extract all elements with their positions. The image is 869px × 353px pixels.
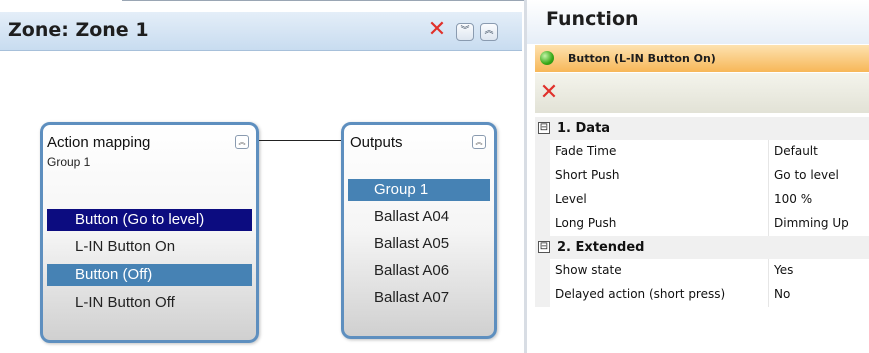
close-icon[interactable]: ✕: [426, 19, 448, 41]
list-item[interactable]: Group 1: [348, 179, 490, 201]
outputs-title: Outputs: [350, 134, 403, 151]
property-name: Fade Time: [555, 144, 617, 158]
zone-panel: Zone: Zone 1 ✕ ︾ ︽ Action mapping Group …: [0, 0, 524, 353]
collapse-toggle-icon[interactable]: ⊟: [538, 241, 550, 253]
property-value[interactable]: Dimming Up: [774, 216, 849, 230]
list-item[interactable]: Ballast A04: [348, 206, 490, 228]
action-item-label: Button (Off): [75, 266, 153, 283]
property-name: Short Push: [555, 168, 620, 182]
property-row[interactable]: Long Push Dimming Up: [535, 212, 869, 236]
property-name: Long Push: [555, 216, 617, 230]
list-item[interactable]: Button (Off): [47, 264, 252, 286]
output-item-label: Group 1: [374, 181, 429, 198]
delete-icon[interactable]: ✕: [537, 81, 561, 105]
output-item-label: Ballast A06: [374, 262, 450, 279]
selected-button-label: Button (L-IN Button On): [568, 52, 716, 65]
property-category[interactable]: ⊟ 1. Data: [535, 117, 869, 140]
function-panel: Function Button (L-IN Button On) ✕ ⊟ 1. …: [527, 0, 869, 353]
function-toolbar: ✕: [535, 73, 869, 113]
collapse-node-icon[interactable]: ︽: [472, 135, 486, 149]
category-label: 1. Data: [557, 121, 611, 136]
action-mapping-title: Action mapping: [47, 134, 151, 151]
output-item-label: Ballast A05: [374, 235, 450, 252]
property-row[interactable]: Short Push Go to level: [535, 164, 869, 188]
action-item-label: L-IN Button Off: [75, 294, 175, 311]
property-value[interactable]: Yes: [774, 263, 793, 277]
action-item-label: L-IN Button On: [75, 238, 176, 255]
output-item-label: Ballast A04: [374, 208, 450, 225]
zone-top-border: [122, 0, 524, 1]
list-item[interactable]: L-IN Button On: [47, 236, 252, 258]
property-name: Level: [555, 192, 587, 206]
chevron-double-down-icon[interactable]: ︾: [456, 23, 474, 41]
outputs-node[interactable]: Outputs ︽ Group 1 Ballast A04 Ballast A0…: [341, 122, 497, 339]
list-item[interactable]: Button (Go to level): [47, 209, 252, 231]
list-item[interactable]: L-IN Button Off: [47, 292, 252, 314]
collapse-toggle-icon[interactable]: ⊟: [538, 122, 550, 134]
green-status-icon: [540, 51, 554, 65]
chevron-double-up-icon[interactable]: ︽: [480, 23, 498, 41]
property-name: Delayed action (short press): [555, 287, 726, 301]
collapse-node-icon[interactable]: ︽: [235, 135, 249, 149]
function-header: Function: [527, 0, 869, 44]
property-value[interactable]: Go to level: [774, 168, 839, 182]
list-item[interactable]: Ballast A06: [348, 260, 490, 282]
property-name: Show state: [555, 263, 622, 277]
property-value[interactable]: No: [774, 287, 790, 301]
action-item-label: Button (Go to level): [75, 211, 205, 228]
property-row[interactable]: Fade Time Default: [535, 140, 869, 164]
property-row[interactable]: Show state Yes: [535, 259, 869, 283]
zone-header: Zone: Zone 1 ✕ ︾ ︽: [0, 12, 522, 51]
property-value[interactable]: Default: [774, 144, 818, 158]
property-category[interactable]: ⊟ 2. Extended: [535, 236, 869, 259]
category-label: 2. Extended: [557, 240, 645, 255]
action-mapping-node[interactable]: Action mapping Group 1 ︽ Button (Go to l…: [40, 122, 259, 343]
list-item[interactable]: Ballast A05: [348, 233, 490, 255]
property-row[interactable]: Level 100 %: [535, 188, 869, 212]
selected-button-bar[interactable]: Button (L-IN Button On): [535, 45, 869, 72]
output-item-label: Ballast A07: [374, 289, 450, 306]
action-mapping-subtitle: Group 1: [47, 155, 91, 169]
function-title: Function: [546, 8, 639, 30]
list-item[interactable]: Ballast A07: [348, 287, 490, 309]
property-value[interactable]: 100 %: [774, 192, 812, 206]
property-row[interactable]: Delayed action (short press) No: [535, 283, 869, 307]
property-grid: ⊟ 1. Data Fade Time Default Short Push Go …: [535, 117, 869, 307]
connector-line: [259, 140, 344, 141]
zone-title: Zone: Zone 1: [8, 19, 149, 41]
